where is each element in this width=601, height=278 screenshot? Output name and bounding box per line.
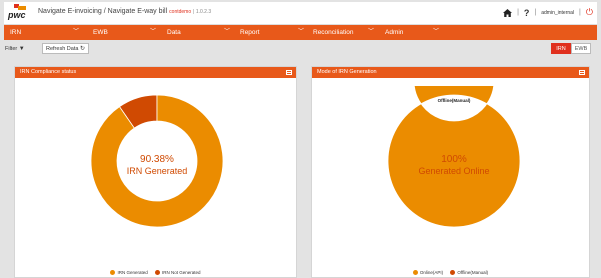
app-header: pwc Navigate E-invoicing / Navigate E-wa…: [4, 2, 597, 25]
brand-name: pwc: [8, 10, 26, 20]
pwc-logo[interactable]: pwc: [8, 4, 30, 22]
header-separator: |: [534, 9, 537, 16]
home-icon[interactable]: [503, 8, 513, 17]
panel-header: Mode of IRN Generation: [312, 67, 589, 78]
nav-item-reconciliation[interactable]: Reconciliation ﹀: [313, 25, 383, 40]
nav-item-report[interactable]: Report ﹀: [240, 25, 310, 40]
refresh-button[interactable]: Refresh Data ↻: [42, 43, 89, 54]
header-actions: | ? | admin_internal | ⏻: [503, 7, 593, 18]
donut-center-label: IRN Generated: [127, 166, 188, 176]
version-label: | 1.0.2.3: [193, 9, 212, 15]
legend-item[interactable]: IRN Not Generated: [155, 270, 201, 275]
legend-label: IRN Not Generated: [162, 269, 201, 275]
chevron-down-icon: ﹀: [298, 29, 305, 35]
legend-swatch: [110, 270, 116, 275]
nav-label: Data: [167, 29, 181, 36]
chevron-down-icon: ﹀: [433, 29, 440, 35]
legend-swatch: [155, 270, 160, 275]
panel-header: IRN Compliance status: [15, 67, 296, 78]
toggle-ewb[interactable]: EWB: [571, 43, 591, 54]
nav-label: EWB: [93, 29, 108, 36]
legend-item[interactable]: Offline(Manual): [450, 270, 488, 275]
legend-swatch: [450, 270, 456, 275]
panel-title: Mode of IRN Generation: [317, 69, 377, 75]
nav-label: Admin: [385, 29, 404, 36]
power-icon[interactable]: ⏻: [586, 7, 593, 18]
app-title-text: Navigate E-invoicing / Navigate E-way bi…: [38, 8, 168, 15]
mode-panel: Mode of IRN Generation 100% Generated On…: [311, 66, 590, 278]
compliance-panel: IRN Compliance status 90.38% IRN Generat…: [14, 66, 297, 278]
nav-label: IRN: [10, 29, 22, 36]
legend-label: Offline(Manual): [457, 269, 489, 275]
toggle-irn[interactable]: IRN: [551, 43, 571, 54]
nav-label: Reconciliation: [313, 29, 354, 36]
filter-button[interactable]: Filter ▼: [1, 43, 29, 54]
donut-center-value: 90.38%: [140, 154, 174, 165]
chevron-down-icon: ﹀: [150, 29, 157, 35]
legend-label: Online(API): [419, 269, 444, 275]
nav-item-ewb[interactable]: EWB ﹀: [93, 25, 163, 40]
chart-legend: IRN Generated IRN Not Generated: [15, 270, 296, 275]
nav-item-admin[interactable]: Admin ﹀: [385, 25, 450, 40]
app-title: Navigate E-invoicing / Navigate E-way bi…: [38, 8, 211, 15]
chevron-down-icon: ﹀: [224, 29, 231, 35]
legend-swatch: [412, 270, 418, 275]
header-separator: |: [517, 9, 519, 16]
header-separator: |: [579, 9, 581, 16]
legend-label: IRN Generated: [117, 269, 148, 275]
donut-center-label: Generated Online: [418, 166, 489, 176]
env-tag: contdemo: [169, 9, 192, 15]
donut-center-value: 100%: [441, 154, 467, 165]
legend-item[interactable]: IRN Generated: [110, 269, 148, 275]
irn-ewb-toggle: IRN EWB: [551, 43, 591, 54]
table-icon[interactable]: [286, 70, 292, 75]
panel-title: IRN Compliance status: [20, 69, 77, 75]
nav-item-irn[interactable]: IRN ﹀: [10, 25, 86, 40]
toolbar: Filter ▼ Refresh Data ↻ IRN EWB: [4, 42, 597, 57]
legend-item[interactable]: Online(API): [412, 269, 444, 275]
nav-item-data[interactable]: Data ﹀: [167, 25, 237, 40]
user-name[interactable]: admin_internal: [541, 10, 574, 16]
chart-legend: Online(API) Offline(Manual): [312, 270, 589, 275]
refresh-label: Refresh Data: [46, 46, 79, 52]
refresh-icon: ↻: [79, 46, 85, 52]
mode-donut-chart: 100% Generated Online Offline(Manual): [387, 86, 521, 228]
compliance-donut-chart: 90.38% IRN Generated: [90, 94, 224, 228]
nav-label: Report: [240, 29, 260, 36]
main-nav: IRN ﹀ EWB ﹀ Data ﹀ Report ﹀ Reconciliati…: [4, 25, 597, 40]
filter-label: Filter: [5, 46, 18, 52]
filter-icon: ▼: [18, 46, 25, 52]
chevron-down-icon: ﹀: [368, 29, 375, 35]
chevron-down-icon: ﹀: [73, 29, 80, 35]
help-icon[interactable]: ?: [524, 8, 530, 18]
slice-data-label: Offline(Manual): [438, 98, 471, 103]
table-icon[interactable]: [579, 70, 585, 75]
